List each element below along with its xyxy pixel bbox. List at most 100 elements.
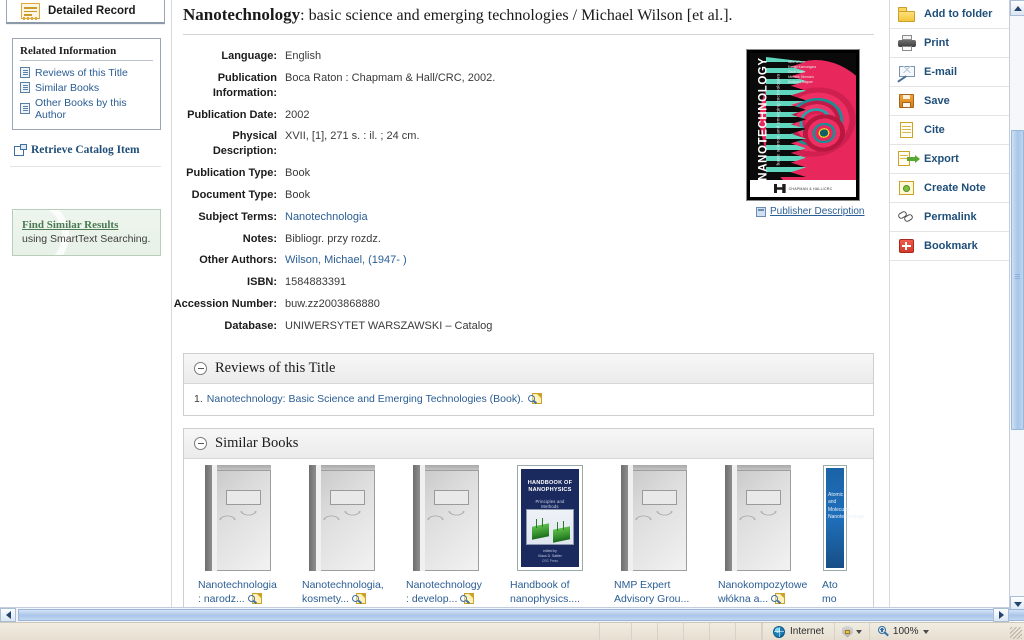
list-item[interactable]: Nanokompozytowe włókna a... bbox=[718, 464, 807, 612]
tool-bookmark[interactable]: Bookmark bbox=[890, 232, 1009, 261]
book-title-link[interactable]: Nanokompozytowe włókna a... bbox=[718, 579, 807, 605]
horizontal-scrollbar[interactable] bbox=[0, 607, 1024, 622]
field-label: Document Type: bbox=[191, 188, 277, 201]
field-notes: Notes: Bibliogr. przy rozdz. bbox=[173, 232, 742, 247]
status-segment bbox=[658, 622, 684, 640]
book-thumbnail[interactable] bbox=[413, 464, 479, 571]
collapse-minus-icon[interactable] bbox=[194, 361, 207, 375]
preview-magnifier-icon[interactable] bbox=[247, 593, 262, 605]
book-thumbnail[interactable]: HANDBOOK OF NANOPHYSICS Principles and M… bbox=[517, 464, 583, 571]
tool-export[interactable]: Export bbox=[890, 145, 1009, 174]
preview-magnifier-icon[interactable] bbox=[771, 593, 786, 605]
field-value: Book bbox=[285, 167, 311, 180]
external-window-icon bbox=[14, 144, 27, 156]
record-fields: Language: English Publication Informatio… bbox=[173, 49, 742, 341]
security-zone-indicator[interactable]: Internet bbox=[762, 622, 835, 640]
resize-grip[interactable] bbox=[1010, 627, 1022, 639]
similar-books-section: Similar Books Nanotechnologia : narodz..… bbox=[183, 427, 874, 612]
tool-label: E-mail bbox=[924, 66, 958, 78]
protected-mode-indicator[interactable] bbox=[835, 622, 870, 640]
tool-save[interactable]: Save bbox=[890, 87, 1009, 116]
tool-add-to-folder[interactable]: Add to folder bbox=[890, 0, 1009, 29]
detailed-record-tab[interactable]: Detailed Record bbox=[6, 0, 165, 24]
list-item[interactable]: Atomic and Molecular Nanotechnology Ato … bbox=[822, 464, 864, 612]
retrieve-catalog-item-link[interactable]: Retrieve Catalog Item bbox=[14, 144, 171, 156]
tool-print[interactable]: Print bbox=[890, 29, 1009, 58]
tool-permalink[interactable]: Permalink bbox=[890, 203, 1009, 232]
book-cover-column: NANOTECHNOLOGY basic science and emergin… bbox=[742, 49, 874, 341]
preview-magnifier-icon[interactable] bbox=[460, 593, 475, 605]
field-label: Language: bbox=[221, 50, 277, 62]
vertical-scrollbar-thumb[interactable] bbox=[1011, 130, 1024, 430]
scroll-up-button[interactable] bbox=[1010, 0, 1024, 16]
status-segment bbox=[736, 622, 762, 640]
preview-magnifier-icon[interactable] bbox=[527, 392, 542, 405]
field-value: Bibliogr. przy rozdz. bbox=[285, 232, 381, 245]
review-title-link[interactable]: Nanotechnology: Basic Science and Emergi… bbox=[207, 393, 524, 405]
status-message-area bbox=[0, 622, 600, 640]
find-similar-results-link[interactable]: Find Similar Results bbox=[22, 219, 151, 231]
list-item[interactable]: HANDBOOK OF NANOPHYSICS Principles and M… bbox=[510, 464, 590, 612]
book-title-link[interactable]: NMP Expert Advisory Grou... bbox=[614, 579, 689, 605]
book-thumbnail[interactable]: Atomic and Molecular Nanotechnology bbox=[823, 464, 864, 571]
generic-book-cover-icon bbox=[309, 464, 375, 571]
tool-label: Add to folder bbox=[924, 8, 993, 20]
other-author-link[interactable]: Wilson, Michael, (1947- ) bbox=[285, 253, 407, 268]
list-item[interactable]: Nanotechnologia, kosmety... bbox=[302, 464, 384, 612]
tool-create-note[interactable]: Create Note bbox=[890, 174, 1009, 203]
cover-subtitle-text: basic science and emerging technologies bbox=[775, 73, 781, 165]
related-item-other-books[interactable]: Other Books by this Author bbox=[20, 95, 153, 122]
book-thumbnail[interactable] bbox=[621, 464, 687, 571]
book-thumbnail[interactable] bbox=[205, 464, 271, 571]
bookmark-plus-icon bbox=[898, 238, 916, 254]
list-item: 1. Nanotechnology: Basic Science and Eme… bbox=[194, 392, 863, 405]
document-icon bbox=[20, 82, 30, 93]
smarttext-search-box[interactable]: Find Similar Results using SmartText Sea… bbox=[12, 209, 161, 256]
book-cover-image[interactable]: NANOTECHNOLOGY basic science and emergin… bbox=[746, 49, 860, 201]
field-label: Notes: bbox=[242, 232, 277, 245]
book-thumbnail[interactable] bbox=[725, 464, 791, 571]
book-thumbnail[interactable] bbox=[309, 464, 375, 571]
scroll-right-button[interactable] bbox=[993, 608, 1009, 622]
tool-email[interactable]: E-mail bbox=[890, 58, 1009, 87]
scroll-left-button[interactable] bbox=[0, 608, 16, 622]
book-title: Nanokompozytowe włókna a... bbox=[718, 578, 807, 606]
vertical-scrollbar[interactable] bbox=[1009, 0, 1024, 612]
book-title-link[interactable]: Nanotechnologia, kosmety... bbox=[302, 579, 384, 605]
envelope-icon bbox=[897, 64, 916, 83]
chain-link-icon bbox=[897, 209, 916, 225]
cover-subtitle: basic science and emerging technologies bbox=[772, 63, 783, 175]
book-title-link[interactable]: Handbook of nanophysics.... bbox=[510, 579, 580, 605]
tool-label: Save bbox=[924, 95, 950, 107]
book-title: Ato mo bbox=[822, 578, 848, 606]
list-item[interactable]: Nanotechnologia : narodz... bbox=[198, 464, 278, 612]
collapse-minus-icon[interactable] bbox=[194, 436, 207, 450]
external-window-icon bbox=[756, 206, 766, 217]
chevron-down-icon[interactable] bbox=[922, 629, 929, 634]
preview-magnifier-icon[interactable] bbox=[352, 593, 366, 605]
tool-label: Export bbox=[924, 153, 959, 165]
field-language: Language: English bbox=[173, 49, 742, 64]
status-bar: Internet 100% bbox=[0, 622, 1024, 640]
similar-books-section-header[interactable]: Similar Books bbox=[184, 428, 873, 459]
subject-term-link[interactable]: Nanotechnologia bbox=[285, 210, 368, 225]
book-title-link[interactable]: Ato mo bbox=[822, 579, 838, 605]
zoom-control[interactable]: 100% bbox=[870, 623, 937, 640]
horizontal-scrollbar-thumb[interactable] bbox=[18, 609, 1024, 621]
tool-cite[interactable]: Cite bbox=[890, 116, 1009, 145]
chevron-right-icon bbox=[998, 611, 1004, 619]
folder-icon bbox=[898, 6, 916, 22]
security-zone-label: Internet bbox=[790, 626, 824, 637]
list-item[interactable]: NMP Expert Advisory Grou... bbox=[614, 464, 694, 612]
list-item[interactable]: Nanotechnology : develop... bbox=[406, 464, 486, 612]
status-segment bbox=[600, 622, 632, 640]
publisher-description-link[interactable]: Publisher Description bbox=[756, 206, 874, 217]
related-item-similar-books[interactable]: Similar Books bbox=[20, 80, 153, 95]
field-label: ISBN: bbox=[247, 276, 277, 289]
nanophysics-book-cover: HANDBOOK OF NANOPHYSICS Principles and M… bbox=[517, 464, 583, 571]
related-item-reviews[interactable]: Reviews of this Title bbox=[20, 65, 153, 80]
field-label: Physical Description: bbox=[212, 130, 277, 158]
chevron-down-icon[interactable] bbox=[855, 629, 862, 634]
book-title-link[interactable]: Nanotechnologia : narodz... bbox=[198, 579, 277, 605]
reviews-section-header[interactable]: Reviews of this Title bbox=[184, 353, 873, 384]
